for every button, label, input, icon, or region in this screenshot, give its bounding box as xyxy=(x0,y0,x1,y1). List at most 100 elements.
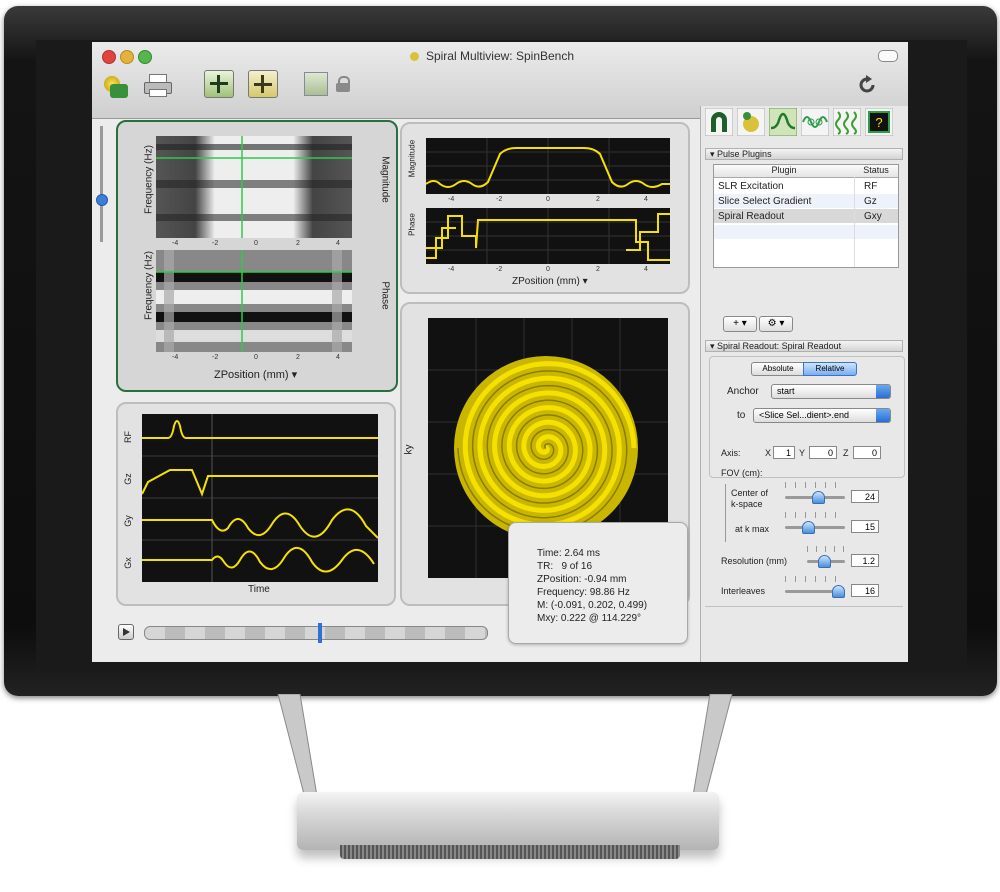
profile-xtick: 0 xyxy=(546,266,550,273)
to-label: to xyxy=(737,410,746,421)
axis-z-label: Z xyxy=(843,448,849,458)
reset-icon[interactable] xyxy=(856,74,878,96)
kmax-slider[interactable] xyxy=(785,521,845,534)
slider-thumb[interactable] xyxy=(817,555,831,568)
magnitude-heatmap[interactable] xyxy=(156,136,352,238)
pulse-plugins-header[interactable]: ▾ Pulse Plugins xyxy=(705,148,903,160)
to-select[interactable]: <Slice Sel...dient>.end xyxy=(753,408,891,423)
interleaves-label: Interleaves xyxy=(721,586,766,596)
column-divider xyxy=(854,177,855,267)
resolution-slider[interactable] xyxy=(807,555,845,568)
axis-y-field[interactable]: 0 xyxy=(809,446,837,459)
profile-xlabel[interactable]: ZPosition (mm) ▾ xyxy=(512,276,588,287)
info-tr: TR: 9 of 16 xyxy=(537,561,593,572)
anchor-select-value: start xyxy=(777,386,795,396)
anchor-select[interactable]: start xyxy=(771,384,891,399)
phase-ylabel: Frequency (Hz) xyxy=(143,251,155,320)
plugin-column-header[interactable]: Plugin xyxy=(714,165,855,178)
status-column-header[interactable]: Status xyxy=(854,165,898,178)
table-row[interactable]: Slice Select Gradient Gz xyxy=(714,194,898,208)
info-time: Time: 2.64 ms xyxy=(537,548,600,559)
plugin-actions-button[interactable]: ⚙ ▾ xyxy=(759,316,793,332)
relative-segment[interactable]: Relative xyxy=(803,362,857,376)
profile-panel[interactable]: Magnitude Phase -4 -2 0 2 4 -4 -2 0 2 4 … xyxy=(400,122,690,294)
slider-thumb[interactable] xyxy=(831,585,845,598)
timeline-thumb[interactable] xyxy=(318,623,323,643)
timeline-scrubber[interactable] xyxy=(144,623,488,643)
absolute-segment[interactable]: Absolute xyxy=(751,362,805,376)
sample-tab-icon[interactable] xyxy=(737,108,765,136)
profile-xtick: 2 xyxy=(596,196,600,203)
disclosure-triangle-icon: ▾ xyxy=(710,341,718,351)
slider-thumb[interactable] xyxy=(811,491,825,504)
magnitude-xlabel-text: ZPosition (mm) xyxy=(214,369,289,381)
readout-tab-icon[interactable] xyxy=(833,108,861,136)
spinbench-logo-icon[interactable] xyxy=(100,70,130,100)
magnitude-xticks: -4 -2 0 2 4 xyxy=(156,240,352,250)
gear-icon: ⚙ xyxy=(767,318,777,329)
interleaves-slider[interactable] xyxy=(785,585,845,598)
play-button[interactable] xyxy=(118,624,134,640)
magnitude-xlabel[interactable]: ZPosition (mm) ▾ xyxy=(214,368,297,381)
gradient-tab-icon[interactable] xyxy=(801,108,829,136)
center-kspace-slider[interactable] xyxy=(785,491,845,504)
to-select-value: <Slice Sel...dient>.end xyxy=(759,410,850,420)
plugin-status: Gxy xyxy=(864,211,882,222)
magnitude-xtick: 4 xyxy=(336,240,340,247)
axis-x-field[interactable]: 1 xyxy=(773,446,795,459)
magnitude-profile-plot[interactable] xyxy=(426,138,670,194)
center-kspace-label-2: k-space xyxy=(731,499,763,509)
vertical-zoom-slider[interactable] xyxy=(100,126,103,242)
vertical-zoom-knob[interactable] xyxy=(96,194,108,206)
magnitude-xtick: 0 xyxy=(254,240,258,247)
axis-z-field[interactable]: 0 xyxy=(853,446,881,459)
gx-channel-label: Gx xyxy=(122,557,133,569)
profile-xtick: -2 xyxy=(496,196,503,203)
image-view-icon[interactable] xyxy=(304,72,328,96)
print-icon[interactable] xyxy=(144,74,172,97)
inspector-sidebar: ? ▾ Pulse Plugins Plugin Status SLR Exci… xyxy=(700,106,908,662)
magnet-tab-icon[interactable] xyxy=(705,108,733,136)
phase-xtick: -4 xyxy=(172,354,179,361)
plugins-table: Plugin Status SLR Excitation RF Slice Se… xyxy=(713,164,899,268)
rf-channel-label: RF xyxy=(123,431,133,443)
phase-profile-plot[interactable] xyxy=(426,208,670,264)
profile-magnitude-ylabel: Magnitude xyxy=(407,139,417,178)
sidebar-divider xyxy=(705,606,903,607)
table-row[interactable]: SLR Excitation RF xyxy=(714,179,898,193)
fov-label: FOV (cm): xyxy=(721,468,763,478)
help-tab-icon[interactable]: ? xyxy=(865,108,893,136)
sequence-panel[interactable]: RF Gz Gy Gx Time xyxy=(116,402,396,606)
profile-xlabel-text: ZPosition (mm) xyxy=(512,276,580,287)
pulse-sequence-plot[interactable] xyxy=(142,414,378,582)
center-kspace-field[interactable]: 24 xyxy=(851,490,879,503)
profile-xtick: 4 xyxy=(644,196,648,203)
resolution-field[interactable]: 1.2 xyxy=(851,554,879,567)
toolbar-toggle-button[interactable] xyxy=(878,50,898,62)
time-axis-label: Time xyxy=(248,584,270,595)
center-kspace-label-1: Center of xyxy=(731,488,769,498)
add-plugin-button[interactable]: + ▾ xyxy=(723,316,757,332)
ky-axis-label[interactable]: ky xyxy=(404,445,415,455)
kmax-field[interactable]: 15 xyxy=(851,520,879,533)
lock-icon[interactable] xyxy=(336,76,350,92)
table-row-selected[interactable]: Spiral Readout Gxy xyxy=(714,209,898,223)
window-title: Spiral Multiview: SpinBench xyxy=(425,49,575,63)
spiral-readout-header[interactable]: ▾ Spiral Readout: Spiral Readout xyxy=(705,340,903,352)
slider-thumb[interactable] xyxy=(802,521,816,534)
kmax-label: at k max xyxy=(735,524,770,534)
phase-heatmap[interactable] xyxy=(156,250,352,352)
info-zposition: ZPosition: -0.94 mm xyxy=(537,574,627,585)
info-frequency: Frequency: 98.86 Hz xyxy=(537,587,630,598)
pulse-tab-icon[interactable] xyxy=(769,108,797,136)
phase-xticks: -4 -2 0 2 4 xyxy=(156,354,352,364)
axis-y-label: Y xyxy=(799,448,806,458)
chevron-updown-icon xyxy=(876,409,890,422)
profile-phase-xticks: -4 -2 0 2 4 xyxy=(426,266,670,276)
interleaves-field[interactable]: 16 xyxy=(851,584,879,597)
chevron-updown-icon xyxy=(876,385,890,398)
add-plugin-label: + xyxy=(733,318,740,329)
add-view-button[interactable] xyxy=(204,70,234,98)
split-view-button[interactable] xyxy=(248,70,278,98)
magnitude-phase-panel[interactable]: Frequency (Hz) Frequency (Hz) Magnitude … xyxy=(116,120,398,392)
